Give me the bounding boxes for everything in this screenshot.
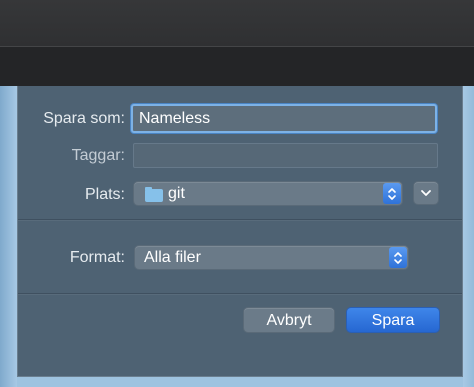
background-window-left bbox=[0, 86, 17, 387]
cancel-button[interactable]: Avbryt bbox=[244, 308, 334, 332]
location-value: git bbox=[168, 185, 185, 202]
window-toolbar bbox=[0, 46, 474, 87]
up-down-chevron-icon bbox=[389, 247, 407, 268]
format-label: Format: bbox=[69, 249, 125, 266]
background-window-right bbox=[463, 86, 474, 387]
up-down-chevron-icon bbox=[383, 183, 401, 204]
tags-label: Taggar: bbox=[71, 147, 125, 164]
window-titlebar bbox=[0, 0, 474, 46]
tags-input[interactable] bbox=[133, 143, 438, 168]
section-divider-top bbox=[18, 219, 462, 220]
save-as-label: Spara som: bbox=[43, 110, 125, 127]
section-divider-bottom bbox=[18, 293, 462, 294]
format-value: Alla filer bbox=[144, 249, 201, 266]
location-popup[interactable]: git bbox=[134, 182, 402, 205]
location-label: Plats: bbox=[84, 186, 125, 203]
chevron-down-icon bbox=[421, 190, 431, 196]
expand-dialog-button[interactable] bbox=[414, 182, 438, 204]
format-popup[interactable]: Alla filer bbox=[135, 246, 408, 269]
save-as-input[interactable] bbox=[131, 104, 437, 133]
folder-icon bbox=[145, 187, 163, 202]
save-dialog-sheet: Spara som: Taggar: Plats: git Format: Al… bbox=[17, 86, 463, 377]
save-button[interactable]: Spara bbox=[347, 308, 439, 332]
